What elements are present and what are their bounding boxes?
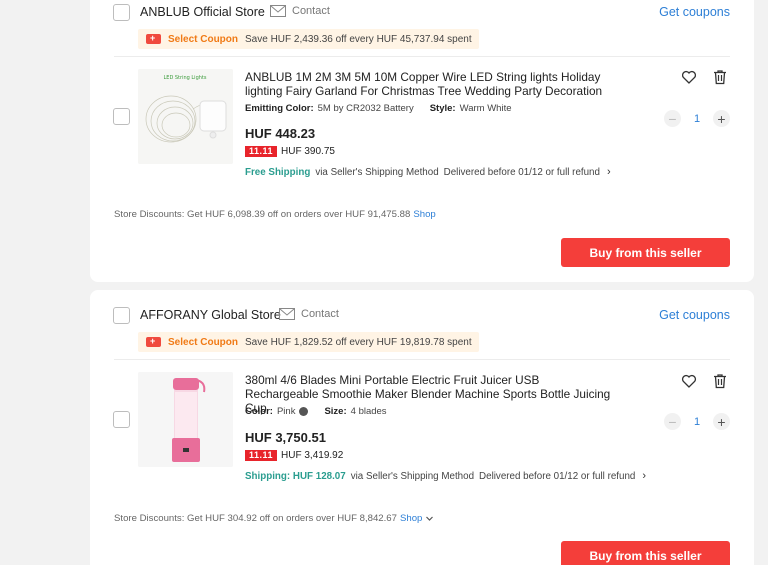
spec-value: Pink	[276, 406, 296, 417]
quantity-value[interactable]: 1	[693, 113, 701, 125]
promo-price-row: 11.11 HUF 3,419.92	[245, 450, 343, 461]
contact-label: Contact	[292, 5, 330, 17]
ticket-icon	[146, 336, 161, 347]
product-image[interactable]: LED String Lights	[138, 69, 233, 164]
chevron-right-icon: ›	[606, 166, 611, 178]
coupon-bar[interactable]: Select Coupon Save HUF 2,439.36 off ever…	[138, 29, 479, 49]
select-coupon-label[interactable]: Select Coupon	[168, 337, 238, 348]
product-title[interactable]: ANBLUB 1M 2M 3M 5M 10M Copper Wire LED S…	[245, 70, 615, 98]
product-specs[interactable]: Color: Pink Size: 4 blades	[245, 406, 387, 417]
store-discount-text: Store Discounts: Get HUF 6,098.39 off on…	[114, 209, 411, 220]
spec-value: Warm White	[459, 103, 512, 114]
promo-badge: 11.11	[245, 146, 278, 157]
heart-icon[interactable]	[681, 69, 697, 85]
shipping-method: via Seller's Shipping Method	[350, 470, 475, 482]
shipping-row[interactable]: Free Shipping via Seller's Shipping Meth…	[245, 166, 611, 178]
heart-icon[interactable]	[681, 373, 697, 389]
mail-icon	[279, 308, 295, 320]
product-specs[interactable]: Emitting Color: 5M by CR2032 Battery Sty…	[245, 103, 512, 114]
shop-link[interactable]: Shop	[400, 513, 422, 524]
store-discount-row: Store Discounts: Get HUF 304.92 off on o…	[114, 513, 434, 524]
mail-icon	[270, 5, 286, 17]
spec-value: 5M by CR2032 Battery	[317, 103, 414, 114]
store-discount-row: Store Discounts: Get HUF 6,098.39 off on…	[114, 209, 436, 220]
contact-label: Contact	[301, 308, 339, 320]
store-name[interactable]: AFFORANY Global Store	[140, 308, 281, 322]
quantity-stepper[interactable]: − 1 +	[664, 110, 730, 127]
select-coupon-label[interactable]: Select Coupon	[168, 34, 238, 45]
spec-key: Style:	[429, 103, 456, 114]
store-card-afforany: AFFORANY Global Store Contact Get coupon…	[90, 290, 754, 565]
shop-link[interactable]: Shop	[413, 209, 435, 220]
led-string-lights-image: LED String Lights	[138, 69, 233, 164]
increase-quantity-button[interactable]: +	[713, 413, 730, 430]
buy-from-seller-button[interactable]: Buy from this seller	[561, 238, 730, 267]
coupon-save-text: Save HUF 1,829.52 off every HUF 19,819.7…	[245, 336, 472, 348]
promo-price-row: 11.11 HUF 390.75	[245, 146, 335, 157]
shipping-row[interactable]: Shipping: HUF 128.07 via Seller's Shippi…	[245, 470, 646, 482]
promo-price: HUF 3,419.92	[281, 450, 344, 461]
decrease-quantity-button[interactable]: −	[664, 110, 681, 127]
promo-badge: 11.11	[245, 450, 278, 461]
product-price: HUF 3,750.51	[245, 430, 326, 445]
image-label: LED String Lights	[164, 75, 207, 81]
item-checkbox[interactable]	[113, 108, 130, 125]
buy-from-seller-button[interactable]: Buy from this seller	[561, 541, 730, 565]
product-image[interactable]	[138, 372, 233, 467]
contact-link[interactable]: Contact	[270, 5, 330, 17]
delivery-estimate: Delivered before 01/12 or full refund	[443, 166, 600, 178]
trash-icon[interactable]	[712, 69, 728, 85]
decrease-quantity-button[interactable]: −	[664, 413, 681, 430]
color-swatch	[299, 407, 309, 416]
get-coupons-link[interactable]: Get coupons	[659, 5, 730, 19]
store-card-anblub: ANBLUB Official Store Contact Get coupon…	[90, 0, 754, 282]
store-checkbox[interactable]	[113, 307, 130, 324]
divider	[114, 359, 730, 360]
store-name[interactable]: ANBLUB Official Store	[140, 5, 265, 19]
coupon-bar[interactable]: Select Coupon Save HUF 1,829.52 off ever…	[138, 332, 479, 352]
item-checkbox[interactable]	[113, 411, 130, 428]
store-discount-text: Store Discounts: Get HUF 304.92 off on o…	[114, 513, 397, 524]
delivery-estimate: Delivered before 01/12 or full refund	[479, 470, 636, 482]
shipping-lead: Shipping: HUF 128.07	[245, 470, 346, 482]
increase-quantity-button[interactable]: +	[713, 110, 730, 127]
shipping-lead: Free Shipping	[245, 166, 311, 178]
quantity-value[interactable]: 1	[693, 416, 701, 428]
coupon-save-text: Save HUF 2,439.36 off every HUF 45,737.9…	[245, 33, 472, 45]
quantity-stepper[interactable]: − 1 +	[664, 413, 730, 430]
spec-key: Emitting Color:	[245, 103, 314, 114]
trash-icon[interactable]	[712, 373, 728, 389]
chevron-down-icon[interactable]	[425, 514, 434, 523]
spec-key: Color:	[245, 406, 273, 417]
get-coupons-link[interactable]: Get coupons	[659, 308, 730, 322]
ticket-icon	[146, 33, 161, 44]
contact-link[interactable]: Contact	[279, 308, 339, 320]
chevron-right-icon: ›	[642, 470, 647, 482]
spec-key: Size:	[324, 406, 347, 417]
promo-price: HUF 390.75	[281, 146, 335, 157]
spec-value: 4 blades	[350, 406, 387, 417]
store-checkbox[interactable]	[113, 4, 130, 21]
divider	[114, 56, 730, 57]
product-price: HUF 448.23	[245, 126, 316, 141]
shipping-method: via Seller's Shipping Method	[315, 166, 439, 178]
juicer-bottle-image	[138, 372, 233, 467]
